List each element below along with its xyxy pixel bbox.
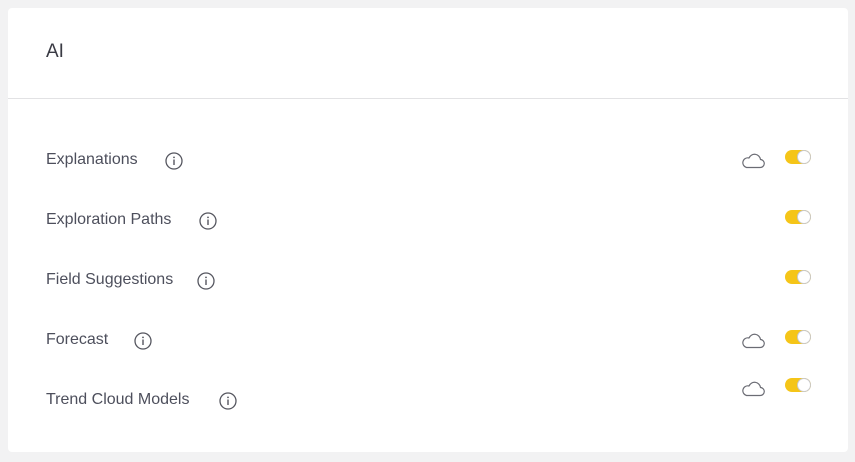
explanations-toggle[interactable] [785,150,811,164]
forecast-toggle[interactable] [785,330,811,344]
trend-cloud-models-toggle[interactable] [785,378,811,392]
setting-row-field-suggestions: Field Suggestions [8,261,848,301]
info-icon[interactable] [134,332,152,350]
setting-row-exploration-paths: Exploration Paths [8,201,848,241]
setting-row-explanations: Explanations [8,141,848,181]
toggle-knob [797,378,811,392]
setting-label: Trend Cloud Models [46,391,190,408]
setting-row-forecast: Forecast [8,321,848,361]
ai-settings-card: AI Explanations Exploration Paths Field … [8,8,848,452]
toggle-knob [797,150,811,164]
info-icon[interactable] [219,392,237,410]
toggle-knob [797,210,811,224]
setting-label: Forecast [46,331,109,348]
cloud-icon [740,332,766,350]
toggle-knob [797,330,811,344]
cloud-icon [740,380,766,398]
section-title: AI [46,41,64,62]
cloud-icon [740,152,766,170]
info-icon[interactable] [165,152,183,170]
setting-label: Explanations [46,151,138,168]
setting-row-trend-cloud-models: Trend Cloud Models [8,378,848,421]
info-icon[interactable] [197,272,215,290]
setting-label: Exploration Paths [46,211,172,228]
exploration-paths-toggle[interactable] [785,210,811,224]
toggle-knob [797,270,811,284]
setting-label: Field Suggestions [46,271,174,288]
field-suggestions-toggle[interactable] [785,270,811,284]
card-header: AI [8,8,848,99]
info-icon[interactable] [199,212,217,230]
